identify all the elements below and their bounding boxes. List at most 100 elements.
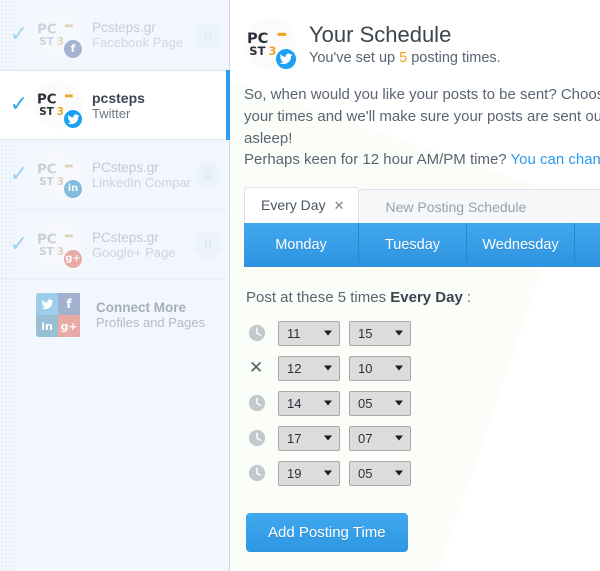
account-type: Facebook Page: [92, 34, 184, 50]
blurb-line-2: your times and we'll make sure your post…: [244, 107, 600, 125]
account-type: Google+ Page: [92, 244, 176, 260]
minute-value: 05: [358, 465, 373, 481]
minute-value: 15: [358, 325, 373, 341]
avatar: PC ST 3: [244, 18, 298, 71]
minute-select[interactable]: 07: [349, 425, 411, 451]
blurb-line-3: asleep!: [244, 129, 293, 147]
hour-select[interactable]: 12: [278, 355, 340, 381]
day-tab-wednesday[interactable]: Wednesday: [467, 223, 575, 267]
tab-every-day[interactable]: Every Day ✕: [244, 187, 360, 223]
twitter-icon: [274, 47, 298, 71]
facebook-icon: f: [58, 293, 80, 315]
chevron-down-icon: [324, 330, 332, 336]
linkedin-icon: in: [36, 315, 58, 337]
post-times-label: Post at these 5 times Every Day :: [246, 289, 600, 306]
chevron-down-icon: [395, 365, 403, 371]
svg-text:ST: ST: [39, 106, 55, 118]
subtitle-post: posting times.: [407, 49, 501, 66]
schedule-tabs: Every Day ✕ New Posting Schedule: [244, 187, 600, 223]
blurb-line-4-text: Perhaps keen for 12 hour AM/PM time?: [244, 151, 511, 169]
sidebar-item-googleplus-page[interactable]: ✓ PC ST 3 g+ PCsteps.gr Google+ Page 0: [0, 210, 229, 280]
facebook-icon: f: [62, 37, 84, 60]
close-icon[interactable]: ✕: [248, 359, 263, 377]
hour-select[interactable]: 14: [278, 390, 340, 416]
day-selector: Monday Tuesday Wednesday T: [244, 223, 600, 267]
page-subtitle: You've set up 5 posting times.: [309, 50, 501, 66]
chevron-down-icon: [324, 365, 332, 371]
day-tab-tuesday[interactable]: Tuesday: [359, 223, 467, 267]
close-icon[interactable]: ✕: [334, 198, 345, 213]
avatar: PC ST 3 in: [34, 150, 84, 200]
account-count-badge: 0: [195, 161, 221, 188]
svg-text:ST: ST: [249, 44, 265, 58]
schedule-main: PC ST 3 Your Schedule You've set up 5 po…: [230, 0, 600, 571]
chevron-down-icon: [395, 470, 403, 476]
account-check-icon: ✓: [9, 161, 29, 187]
time-row: 14 05: [244, 390, 600, 416]
sidebar-item-twitter[interactable]: ✓ PC ST 3 pcsteps Twitter: [0, 70, 230, 140]
add-posting-time-button[interactable]: Add Posting Time: [246, 513, 408, 552]
chevron-down-icon: [324, 470, 332, 476]
account-count-badge: 0: [195, 21, 221, 48]
accounts-sidebar: ✓ PC ST 3 f Pcsteps.gr Facebook Page 0 ✓…: [0, 0, 230, 571]
tab-new-posting-schedule[interactable]: New Posting Schedule: [359, 189, 600, 223]
post-line-scope: Every Day: [390, 289, 463, 306]
hour-value: 17: [287, 430, 302, 446]
clock-icon: [244, 460, 278, 486]
clock-icon: [244, 390, 278, 416]
minute-select[interactable]: 15: [349, 320, 411, 346]
chevron-down-icon: [395, 330, 403, 336]
connect-more-icons: f in g+: [36, 293, 84, 337]
time-row: 19 05: [244, 460, 600, 486]
blurb-line-1: So, when would you like your posts to be…: [244, 86, 600, 103]
sidebar-item-linkedin-company-page[interactable]: ✓ PC ST 3 in PCsteps.gr LinkedIn Company…: [0, 140, 229, 210]
sidebar-item-facebook-page[interactable]: ✓ PC ST 3 f Pcsteps.gr Facebook Page 0: [0, 0, 229, 70]
remove-time-button[interactable]: ✕: [244, 355, 278, 381]
schedule-description: So, when would you like your posts to be…: [244, 84, 600, 171]
hour-select[interactable]: 17: [278, 425, 340, 451]
avatar: PC ST 3: [34, 81, 84, 130]
sidebar-item-connect-more[interactable]: ✓ f in g+ Connect More Profiles and Page…: [0, 280, 229, 350]
account-name: Pcsteps.gr: [92, 19, 156, 35]
minute-value: 05: [358, 395, 373, 411]
account-check-icon: ✓: [9, 231, 29, 257]
page-header: PC ST 3 Your Schedule You've set up 5 po…: [244, 18, 600, 71]
avatar: PC ST 3 f: [34, 10, 84, 60]
schedule-page: ✓ PC ST 3 f Pcsteps.gr Facebook Page 0 ✓…: [0, 0, 600, 571]
minute-select[interactable]: 05: [349, 390, 411, 416]
minute-value: 07: [358, 430, 373, 446]
posting-times-count: 5: [399, 49, 408, 66]
post-line-post: :: [462, 289, 472, 306]
svg-text:ST: ST: [39, 245, 55, 257]
twitter-icon: [36, 293, 58, 315]
day-tab-monday[interactable]: Monday: [244, 223, 359, 267]
hour-value: 14: [287, 395, 302, 411]
svg-text:ST: ST: [39, 35, 55, 47]
spacer: ✓: [4, 304, 34, 326]
tab-label: Every Day: [261, 197, 326, 213]
hour-value: 11: [287, 325, 301, 341]
clock-icon: [244, 320, 278, 346]
hour-select[interactable]: 19: [278, 460, 340, 486]
change-time-format-link[interactable]: You can chang: [511, 151, 600, 168]
clock-icon: [244, 425, 278, 451]
hour-select[interactable]: 11: [278, 320, 340, 346]
tab-label: New Posting Schedule: [385, 199, 527, 215]
account-name: PCsteps.gr: [92, 229, 159, 245]
account-check-icon: ✓: [9, 92, 29, 117]
minute-select[interactable]: 10: [349, 355, 411, 381]
svg-text:ST: ST: [39, 175, 55, 187]
hour-value: 19: [287, 465, 302, 481]
avatar: PC ST 3 g+: [34, 220, 84, 270]
minute-select[interactable]: 05: [349, 460, 411, 486]
chevron-down-icon: [395, 400, 403, 406]
post-line-count: 5: [337, 289, 347, 306]
connect-more-subtitle: Profiles and Pages: [96, 315, 206, 330]
time-row: 17 07: [244, 425, 600, 451]
account-count-badge: 0: [195, 231, 221, 258]
chevron-down-icon: [395, 435, 403, 441]
account-name: pcsteps: [92, 89, 145, 106]
chevron-down-icon: [324, 400, 332, 406]
day-tab-thursday[interactable]: T: [575, 223, 600, 267]
blurb-line-4: Perhaps keen for 12 hour AM/PM time? You…: [244, 149, 600, 171]
